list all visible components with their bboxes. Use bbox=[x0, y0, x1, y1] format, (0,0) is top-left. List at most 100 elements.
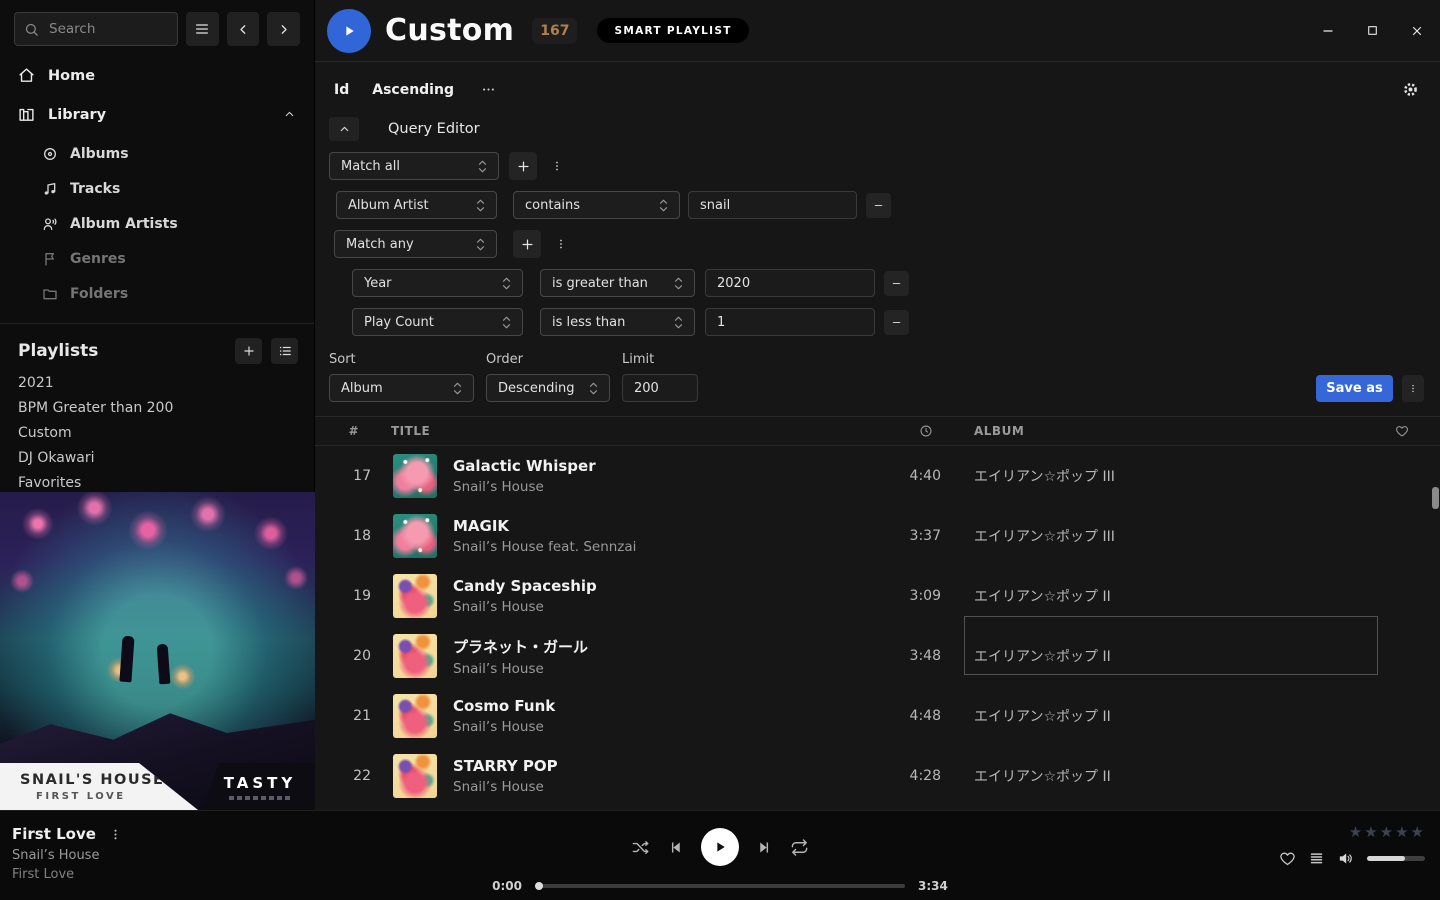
sidebar-item-home[interactable]: Home bbox=[0, 56, 314, 95]
star-icon[interactable]: ★ bbox=[1349, 823, 1363, 841]
sidebar-item-genres[interactable]: Genres bbox=[0, 241, 314, 276]
chevron-up-icon bbox=[338, 123, 351, 136]
playlists-title: Playlists bbox=[18, 341, 98, 361]
skip-back-icon bbox=[667, 839, 684, 856]
previous-track-button[interactable] bbox=[667, 839, 684, 856]
column-header-duration[interactable] bbox=[919, 424, 941, 438]
menu-button[interactable] bbox=[186, 12, 219, 46]
settings-button[interactable] bbox=[1402, 81, 1419, 98]
save-options-button[interactable] bbox=[1402, 375, 1424, 402]
column-header-album[interactable]: ALBUM bbox=[974, 424, 1384, 438]
track-album[interactable]: エイリアン☆ポップ III bbox=[974, 526, 1384, 546]
playlist-item[interactable]: DJ Okawari bbox=[0, 445, 314, 470]
app-window: Home Library Albums Tracks Album Artists… bbox=[0, 0, 1440, 900]
remove-rule-button[interactable] bbox=[884, 271, 909, 296]
nav-forward-button[interactable] bbox=[267, 12, 300, 46]
rule-value-input[interactable] bbox=[705, 269, 875, 297]
track-album-art bbox=[393, 694, 437, 738]
select-chevrons-icon bbox=[494, 276, 511, 291]
add-rule-button[interactable] bbox=[509, 152, 537, 180]
sidebar-item-tracks[interactable]: Tracks bbox=[0, 171, 314, 206]
next-track-button[interactable] bbox=[756, 839, 773, 856]
sidebar-item-album-artists[interactable]: Album Artists bbox=[0, 206, 314, 241]
add-rule-button[interactable] bbox=[513, 230, 541, 258]
star-icon[interactable]: ★ bbox=[1380, 823, 1394, 841]
query-editor-title: Query Editor bbox=[388, 121, 480, 137]
rule-operator-select[interactable]: contains bbox=[513, 191, 680, 219]
search-box[interactable] bbox=[14, 12, 178, 46]
rule-value-input[interactable] bbox=[688, 191, 857, 219]
volume-slider[interactable] bbox=[1367, 856, 1425, 861]
select-chevrons-icon bbox=[581, 381, 598, 396]
sidebar-item-folders[interactable]: Folders bbox=[0, 276, 314, 311]
sort-direction-button[interactable]: Ascending bbox=[372, 82, 454, 98]
group-options-button[interactable] bbox=[545, 152, 569, 180]
rule-field-select[interactable]: Year bbox=[352, 269, 523, 297]
playlist-item[interactable]: BPM Greater than 200 bbox=[0, 395, 314, 420]
collapse-query-editor-button[interactable] bbox=[329, 117, 359, 141]
limit-input[interactable] bbox=[622, 374, 698, 402]
volume-button[interactable] bbox=[1337, 850, 1354, 867]
window-maximize-button[interactable] bbox=[1366, 24, 1379, 37]
select-value: is greater than bbox=[552, 276, 648, 291]
star-icon[interactable]: ★ bbox=[1395, 823, 1409, 841]
play-playlist-button[interactable] bbox=[327, 9, 371, 53]
rule-field-select[interactable]: Album Artist bbox=[336, 191, 497, 219]
match-type-select[interactable]: Match all bbox=[329, 152, 499, 180]
add-playlist-button[interactable] bbox=[235, 338, 262, 364]
rule-operator-select[interactable]: is greater than bbox=[540, 269, 695, 297]
column-header-number[interactable]: # bbox=[315, 424, 373, 438]
playlist-item[interactable]: 2021 bbox=[0, 370, 314, 395]
query-order-select[interactable]: Descending bbox=[486, 374, 610, 402]
scrollbar-thumb[interactable] bbox=[1432, 487, 1439, 509]
table-row[interactable]: 21 Cosmo FunkSnail’s House 4:48 エイリアン☆ポッ… bbox=[315, 686, 1440, 746]
column-header-favorite[interactable] bbox=[1384, 424, 1440, 438]
nav-back-button[interactable] bbox=[227, 12, 260, 46]
sidebar-item-albums[interactable]: Albums bbox=[0, 136, 314, 171]
select-value: is less than bbox=[552, 315, 625, 330]
sidebar-item-library[interactable]: Library bbox=[0, 95, 314, 134]
track-album[interactable]: エイリアン☆ポップ III bbox=[974, 466, 1384, 486]
now-playing-album-art[interactable]: SNAIL'S HOUSE FIRST LOVE TASTY bbox=[0, 492, 315, 810]
star-icon[interactable]: ★ bbox=[1411, 823, 1425, 841]
remove-rule-button[interactable] bbox=[884, 310, 909, 335]
sidebar-item-label: Home bbox=[48, 68, 95, 84]
track-album[interactable]: エイリアン☆ポップ II bbox=[974, 646, 1384, 666]
rule-field-select[interactable]: Play Count bbox=[352, 308, 523, 336]
save-as-button[interactable]: Save as bbox=[1316, 375, 1393, 402]
shuffle-button[interactable] bbox=[631, 838, 650, 857]
chevron-up-icon[interactable] bbox=[283, 108, 296, 121]
queue-button[interactable] bbox=[1309, 851, 1324, 866]
seek-bar[interactable] bbox=[535, 884, 905, 888]
playlist-item[interactable]: Custom bbox=[0, 420, 314, 445]
favorite-button[interactable] bbox=[1279, 850, 1296, 867]
search-input[interactable] bbox=[47, 20, 157, 38]
group-options-button[interactable] bbox=[549, 230, 573, 258]
table-row[interactable]: 20 プラネット・ガールSnail’s House 3:48 エイリアン☆ポップ… bbox=[315, 626, 1440, 686]
query-group-row: Match all bbox=[329, 152, 1440, 180]
match-type-select[interactable]: Match any bbox=[334, 230, 497, 258]
table-row[interactable]: 19 Candy SpaceshipSnail’s House 3:09 エイリ… bbox=[315, 566, 1440, 626]
column-header-title[interactable]: TITLE bbox=[373, 424, 869, 438]
sort-field-button[interactable]: Id bbox=[334, 82, 349, 98]
rule-operator-select[interactable]: is less than bbox=[540, 308, 695, 336]
track-album[interactable]: エイリアン☆ポップ II bbox=[974, 766, 1384, 786]
seek-handle[interactable] bbox=[535, 882, 543, 890]
rule-value-input[interactable] bbox=[705, 308, 875, 336]
order-label: Order bbox=[486, 352, 610, 367]
remove-rule-button[interactable] bbox=[866, 193, 891, 218]
repeat-button[interactable] bbox=[790, 838, 809, 857]
more-options-button[interactable] bbox=[481, 82, 496, 97]
table-row[interactable]: 18 MAGIKSnail’s House feat. Sennzai 3:37… bbox=[315, 506, 1440, 566]
table-row[interactable]: 17 Galactic WhisperSnail’s House 4:40 エイ… bbox=[315, 446, 1440, 506]
query-sort-select[interactable]: Album bbox=[329, 374, 474, 402]
track-album[interactable]: エイリアン☆ポップ II bbox=[974, 586, 1384, 606]
playlist-list-button[interactable] bbox=[271, 338, 298, 364]
play-pause-button[interactable] bbox=[701, 828, 739, 866]
window-minimize-button[interactable] bbox=[1321, 24, 1335, 38]
window-close-button[interactable] bbox=[1410, 24, 1424, 38]
plus-icon bbox=[520, 237, 535, 252]
table-row[interactable]: 22 STARRY POPSnail’s House 4:28 エイリアン☆ポッ… bbox=[315, 746, 1440, 799]
star-icon[interactable]: ★ bbox=[1364, 823, 1378, 841]
track-album[interactable]: エイリアン☆ポップ II bbox=[974, 706, 1384, 726]
